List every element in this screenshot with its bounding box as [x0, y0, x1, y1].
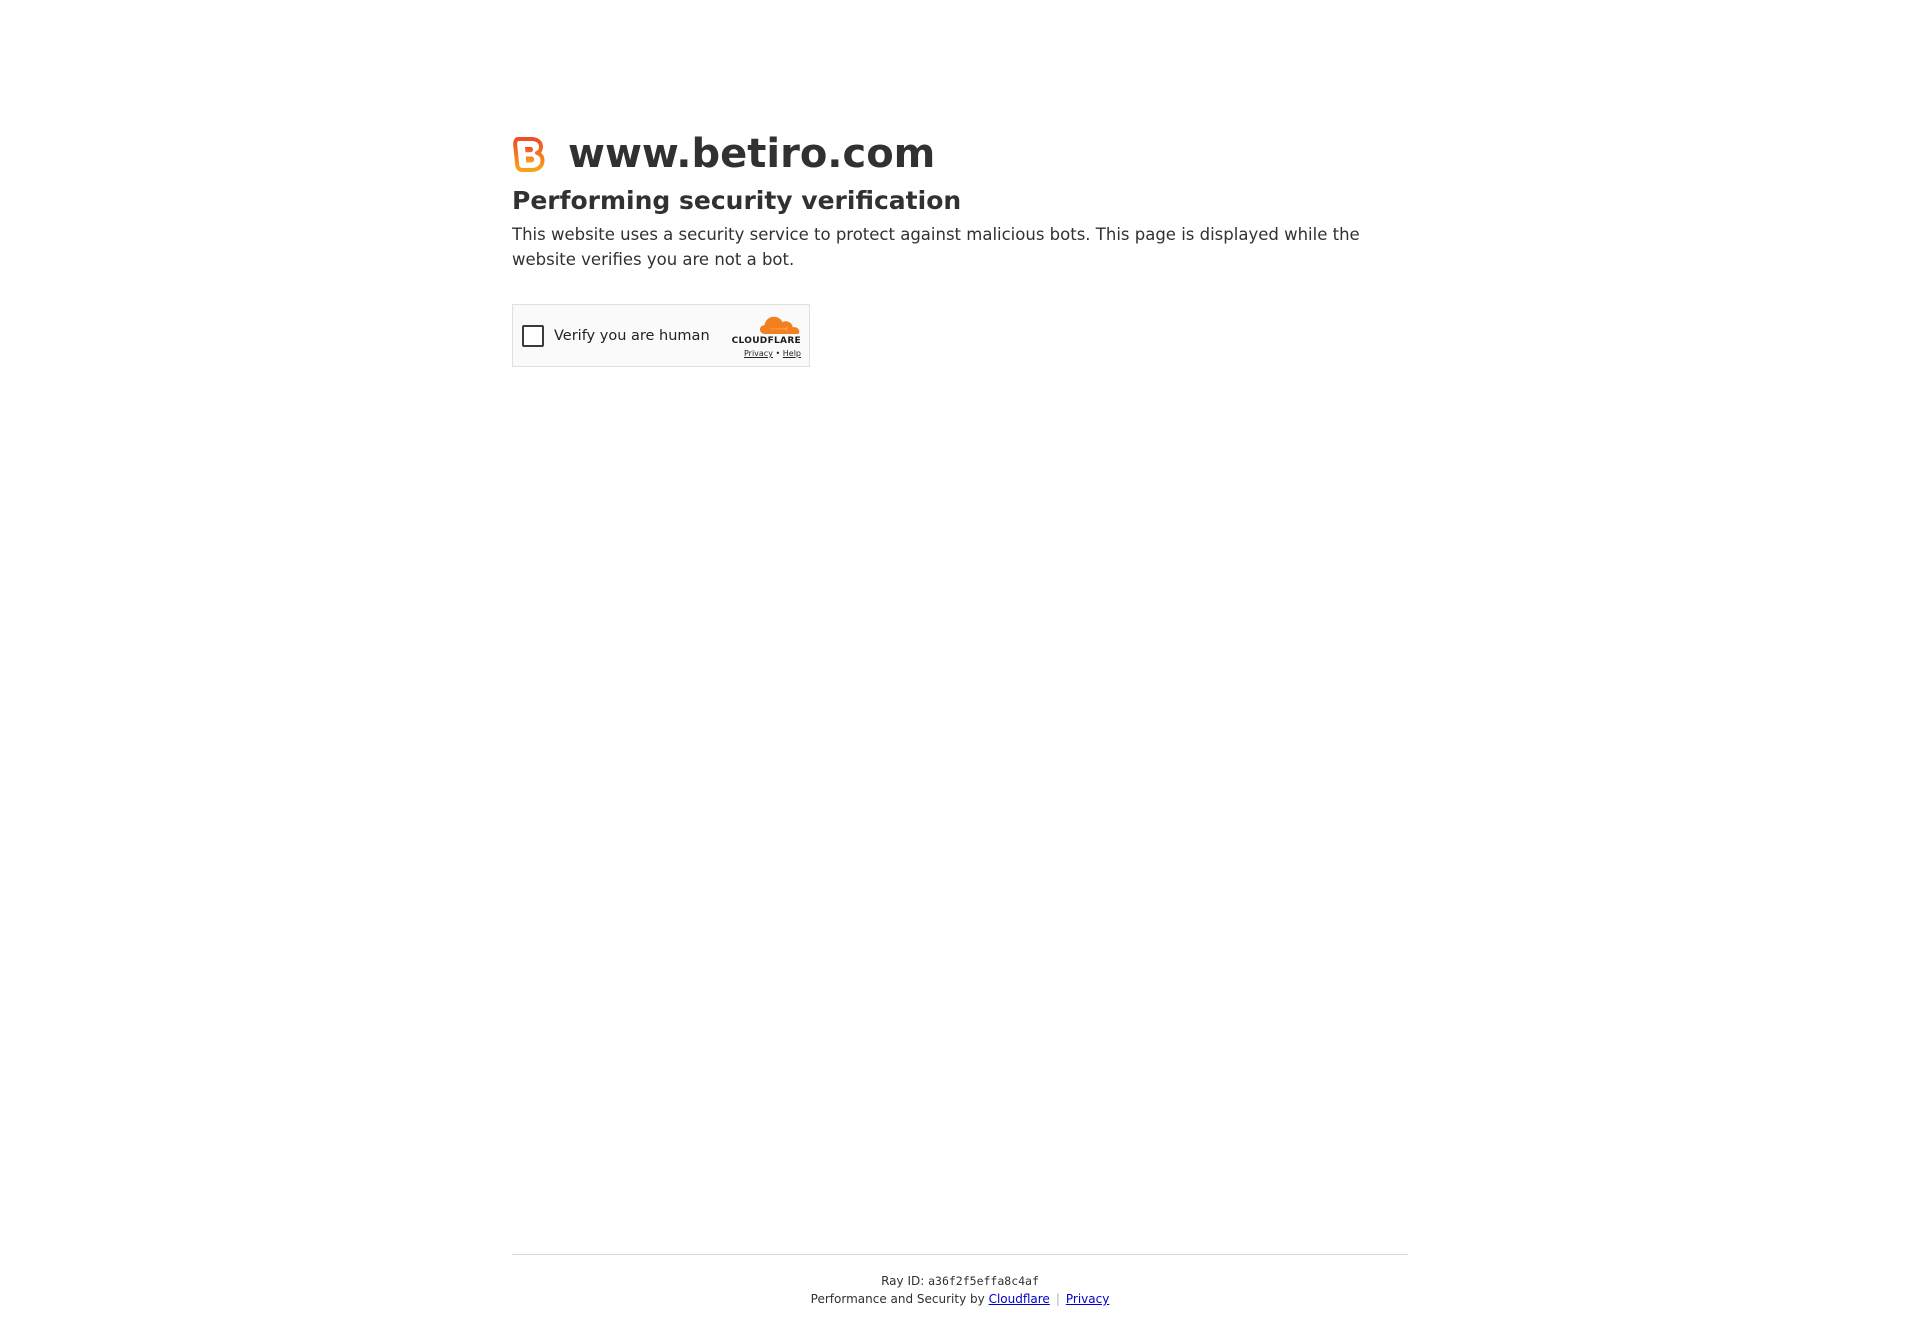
- widget-help-link[interactable]: Help: [783, 349, 801, 358]
- site-domain: www.betiro.com: [568, 131, 936, 177]
- cloudflare-cloud-icon: [760, 316, 800, 334]
- footer-separator: |: [1055, 1292, 1060, 1306]
- ray-id-line: Ray ID: a36f2f5effa8c4af: [512, 1272, 1408, 1290]
- page-container: www.betiro.com Performing security verif…: [512, 0, 1408, 1322]
- cloudflare-link[interactable]: Cloudflare: [989, 1292, 1050, 1306]
- verify-human-label[interactable]: Verify you are human: [554, 328, 710, 344]
- widget-link-separator: •: [775, 349, 781, 358]
- footer-privacy-link[interactable]: Privacy: [1066, 1292, 1109, 1306]
- turnstile-widget: Verify you are human CLOUDFLARE Privacy …: [512, 304, 810, 367]
- cloudflare-brand: CLOUDFLARE Privacy • Help: [725, 315, 801, 359]
- verification-description: This website uses a security service to …: [512, 225, 1360, 269]
- cloudflare-wordmark: CLOUDFLARE: [731, 336, 801, 346]
- performance-line: Performance and Security by Cloudflare | P…: [512, 1290, 1408, 1308]
- ray-id-value: a36f2f5effa8c4af: [928, 1274, 1039, 1288]
- betiro-logo-icon: [513, 137, 545, 172]
- page-title: Performing security verification: [512, 186, 962, 215]
- widget-privacy-link[interactable]: Privacy: [744, 349, 773, 358]
- footer-divider: [512, 1254, 1408, 1255]
- site-header: www.betiro.com: [512, 124, 935, 184]
- verify-human-checkbox[interactable]: [522, 324, 544, 347]
- ray-id-label: Ray ID:: [881, 1274, 925, 1288]
- widget-links: Privacy • Help: [744, 349, 801, 358]
- performance-text: Performance and Security by: [810, 1292, 985, 1306]
- footer: Ray ID: a36f2f5effa8c4af Performance and…: [512, 1272, 1408, 1308]
